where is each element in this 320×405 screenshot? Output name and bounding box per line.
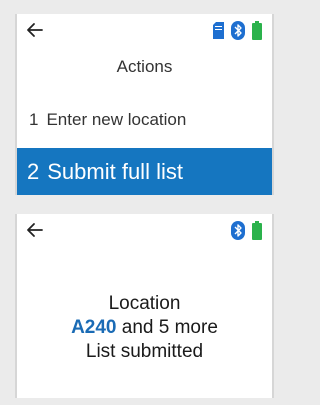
menu-item-label: Submit full list bbox=[47, 159, 183, 184]
status-icons bbox=[231, 220, 262, 240]
status-bar bbox=[17, 214, 272, 248]
actions-screen: Actions 1 Enter new location 2 Submit full… bbox=[15, 14, 274, 195]
status-bar bbox=[17, 14, 272, 48]
back-arrow-icon[interactable] bbox=[25, 20, 45, 40]
menu-item-number: 1 bbox=[29, 110, 39, 129]
battery-icon bbox=[252, 220, 262, 240]
more-count-text: and 5 more bbox=[121, 317, 218, 338]
menu-item-number: 2 bbox=[27, 159, 40, 184]
confirmation-message: Location A240 and 5 more List submitted bbox=[17, 292, 272, 364]
message-line-status: List submitted bbox=[85, 341, 204, 362]
back-arrow-icon[interactable] bbox=[25, 220, 45, 240]
status-icons bbox=[213, 20, 262, 40]
menu-item-enter-new-location[interactable]: 1 Enter new location bbox=[17, 100, 272, 140]
bluetooth-icon bbox=[231, 20, 245, 40]
menu-item-submit-full-list[interactable]: 2 Submit full list bbox=[17, 148, 272, 195]
sd-card-icon bbox=[213, 21, 224, 39]
confirmation-screen: Location A240 and 5 more List submitted bbox=[15, 214, 274, 398]
menu-title: Actions bbox=[116, 57, 173, 76]
battery-icon bbox=[252, 20, 262, 40]
message-line-code: A240 and 5 more bbox=[17, 316, 272, 340]
menu-item-label: Enter new location bbox=[46, 110, 187, 129]
location-code: A240 bbox=[71, 317, 117, 338]
message-line-location: Location bbox=[108, 293, 181, 314]
bluetooth-icon bbox=[231, 220, 245, 240]
